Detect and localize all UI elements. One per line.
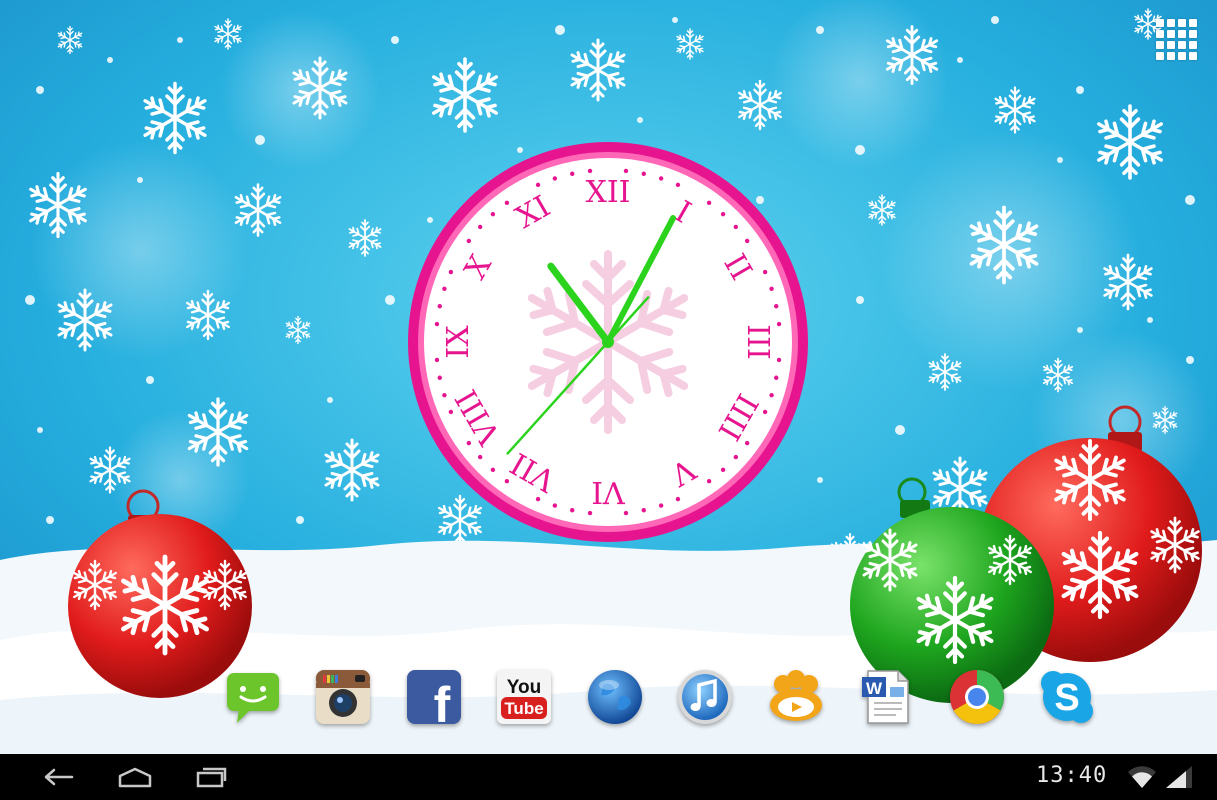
music-app[interactable] (672, 664, 738, 730)
home-icon (118, 767, 152, 788)
back-button[interactable] (34, 762, 84, 792)
messaging-app[interactable] (220, 664, 286, 730)
globe-icon (587, 670, 642, 724)
youtube-app[interactable]: You Tube (491, 664, 557, 730)
word-app[interactable]: W (853, 664, 919, 730)
chrome-app[interactable] (944, 664, 1010, 730)
analog-clock-widget[interactable]: XII I II III IIII V VI VII VIII IX X XI (403, 137, 813, 547)
svg-text:f: f (434, 677, 451, 727)
browser-app[interactable] (582, 664, 648, 730)
back-icon (44, 768, 74, 786)
recents-button[interactable] (186, 762, 236, 792)
facebook-app[interactable]: f (401, 664, 467, 730)
traffic-cone-icon (769, 670, 822, 721)
instagram-app[interactable] (310, 664, 376, 730)
all-apps-button[interactable] (1153, 16, 1199, 62)
document-icon: W (862, 670, 909, 724)
wifi-icon (1126, 764, 1158, 794)
app-dock: f You Tube W S (220, 662, 1100, 732)
youtube-icon: You Tube (497, 670, 552, 724)
skype-app[interactable]: S (1034, 664, 1100, 730)
svg-text:You: You (507, 677, 541, 698)
clock-numeral: XII (585, 175, 630, 210)
clock-center-pin (602, 336, 614, 348)
home-button[interactable] (110, 762, 160, 792)
recents-icon (196, 767, 227, 788)
status-time: 13:40 (1036, 763, 1108, 788)
camera-icon (316, 670, 371, 724)
system-nav-bar: 13:40 (0, 754, 1217, 800)
signal-bars-icon (1164, 764, 1194, 794)
skype-icon: S (1040, 671, 1093, 723)
clock-numeral: III (740, 324, 775, 360)
svg-text:S: S (1054, 677, 1079, 719)
svg-text:Tube: Tube (505, 699, 544, 718)
music-note-icon (678, 670, 733, 724)
svg-text:W: W (866, 679, 883, 698)
facebook-icon: f (406, 670, 461, 727)
messaging-icon (227, 673, 279, 723)
chrome-icon (949, 669, 1004, 725)
clock-numeral: IX (441, 325, 476, 359)
clock-numeral: VI (591, 474, 626, 509)
media-player-app[interactable] (763, 664, 829, 730)
